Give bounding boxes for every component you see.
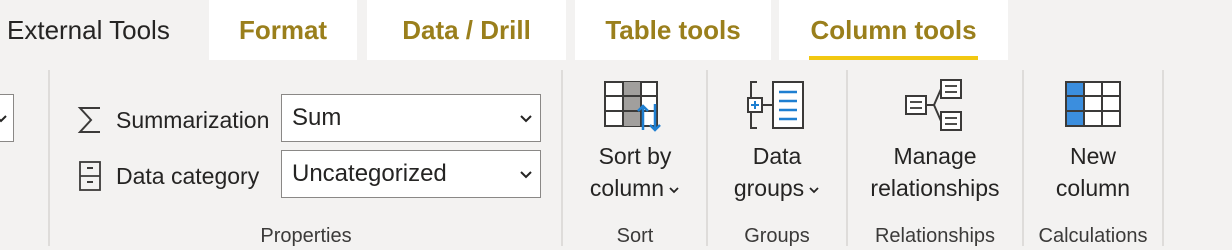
group-separator	[846, 70, 848, 246]
group-separator	[706, 70, 708, 246]
relationships-button-line2: relationships	[870, 175, 1000, 201]
summarization-dropdown[interactable]: Sum	[281, 94, 541, 142]
truncated-dropdown[interactable]	[0, 94, 14, 142]
groups-button-line2: groups	[733, 175, 805, 201]
new-column-button-line1: New	[1069, 143, 1116, 169]
data-category-value: Uncategorized	[292, 160, 447, 187]
data-groups-icon	[747, 81, 804, 129]
tab-table-tools[interactable]: Table tools	[575, 0, 771, 60]
new-column-button[interactable]: New column	[1034, 78, 1152, 204]
tab-label: External Tools	[7, 15, 170, 45]
tab-external-tools[interactable]: External Tools	[0, 0, 208, 60]
tab-format[interactable]: Format	[209, 0, 357, 60]
chevron-down-icon	[520, 115, 532, 123]
group-label-calculations: Calculations	[1038, 225, 1148, 247]
data-category-row: Data category	[76, 152, 259, 200]
tab-label: Data / Drill	[402, 15, 531, 45]
tab-data-drill[interactable]: Data / Drill	[367, 0, 566, 60]
group-separator	[48, 70, 50, 246]
sort-button-line1: Sort by	[598, 143, 672, 169]
group-label-sort: Sort	[616, 225, 654, 247]
group-label-properties: Properties	[260, 225, 352, 247]
sort-by-column-button[interactable]: Sort by column	[576, 78, 694, 204]
chevron-down-icon	[669, 187, 679, 194]
group-separator	[561, 70, 563, 246]
groups-button-line1: Data	[752, 143, 802, 169]
tab-label: Table tools	[605, 15, 741, 45]
data-groups-button[interactable]: Data groups	[720, 78, 834, 204]
manage-relationships-button[interactable]: Manage relationships	[858, 78, 1012, 204]
new-column-icon	[1065, 81, 1121, 127]
tab-column-tools[interactable]: Column tools	[779, 0, 1008, 60]
data-category-dropdown[interactable]: Uncategorized	[281, 150, 541, 198]
sort-button-line2: column	[589, 175, 665, 201]
group-separator	[1022, 70, 1024, 246]
data-category-label: Data category	[116, 162, 260, 189]
ribbon-body: Summarization Sum Data category Uncatego…	[0, 60, 1232, 250]
relationships-button-line1: Manage	[893, 143, 977, 169]
tab-label: Format	[238, 15, 328, 45]
summarization-label: Summarization	[116, 106, 270, 133]
groups-button-line2-wrap: groups	[720, 172, 834, 204]
tab-label: Column tools	[810, 15, 977, 45]
manage-relationships-icon	[905, 79, 962, 131]
group-separator	[1162, 70, 1164, 246]
group-label-groups: Groups	[744, 225, 810, 247]
new-column-button-line2: column	[1055, 175, 1131, 201]
sigma-icon	[76, 104, 104, 136]
chevron-down-icon	[520, 171, 532, 179]
data-category-icon	[76, 160, 104, 192]
sort-button-line2-wrap: column	[576, 172, 694, 204]
summarization-row: Summarization	[76, 96, 269, 144]
sort-by-column-icon	[604, 81, 661, 132]
ribbon-tab-bar: External Tools Format Data / Drill Table…	[0, 0, 1232, 60]
chevron-down-icon	[809, 187, 819, 194]
group-label-relationships: Relationships	[874, 225, 996, 247]
summarization-value: Sum	[292, 104, 342, 131]
chevron-down-icon	[0, 115, 7, 123]
